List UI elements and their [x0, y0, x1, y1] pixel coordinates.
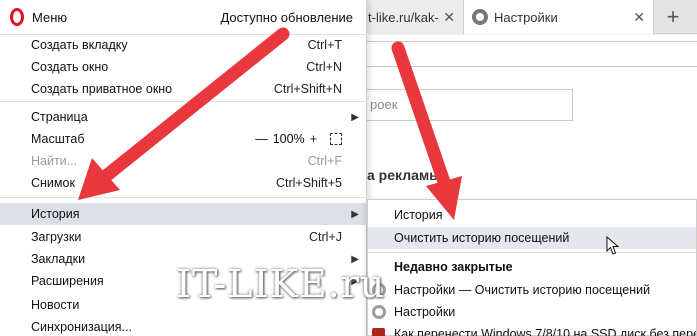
menu-item-label: Загрузки — [31, 230, 82, 244]
tab-settings-title: Настройки — [494, 9, 558, 25]
tab-settings[interactable]: Настройки ✕ — [464, 0, 654, 34]
settings-search-input[interactable]: роек — [365, 89, 573, 121]
zoom-controls: — 100% + — [255, 132, 342, 146]
recently-closed-heading: Недавно закрытые — [368, 256, 696, 278]
menu-item-label: Страница — [31, 110, 88, 124]
menu-item-label: Создать приватное окно — [31, 82, 173, 96]
submenu-item-label: Настройки — Очистить историю посещений — [394, 283, 651, 297]
menu-item-label: Синхронизация... — [31, 320, 132, 334]
site-favicon-icon — [372, 327, 385, 336]
menu-item-history[interactable]: История ▶ — [0, 203, 367, 225]
divider — [368, 252, 696, 253]
menu-item-shortcut: Ctrl+T — [307, 38, 342, 52]
submenu-item-recent-settings-clear[interactable]: Настройки — Очистить историю посещений — [368, 279, 696, 301]
chevron-right-icon: ▶ — [351, 111, 359, 123]
menu-item-snapshot[interactable]: Снимок Ctrl+Shift+5 — [0, 172, 367, 194]
mouse-cursor-icon — [606, 236, 620, 255]
site-watermark: IT-LIKE.ru — [176, 262, 386, 306]
submenu-item-label: Настройки — [394, 305, 456, 319]
tab-article-title: t-like.ru/kak- — [368, 9, 439, 25]
menu-header: Меню Доступно обновление — [0, 0, 367, 34]
opera-logo-icon — [10, 8, 24, 26]
submenu-heading-label: Недавно закрытые — [394, 260, 513, 274]
menu-item-label: Расширения — [31, 274, 104, 288]
fullscreen-icon[interactable] — [330, 133, 342, 145]
update-available-link[interactable]: Доступно обновление — [220, 10, 353, 25]
menu-item-label: Новости — [31, 298, 80, 312]
menu-item-shortcut: Ctrl+J — [309, 230, 342, 244]
menu-item-label: Масштаб — [31, 132, 85, 146]
gear-icon — [472, 9, 488, 25]
menu-item-label: Закладки — [31, 252, 86, 266]
menu-item-shortcut: Ctrl+N — [306, 60, 342, 74]
ads-section-heading: а рекламы — [367, 167, 442, 183]
submenu-item-history[interactable]: История — [368, 204, 696, 226]
divider — [0, 197, 367, 198]
zoom-out-button[interactable]: — — [255, 132, 268, 146]
menu-item-shortcut: Ctrl+Shift+5 — [275, 176, 342, 190]
zoom-value: 100% — [272, 132, 305, 146]
address-field[interactable] — [365, 41, 697, 67]
tab-article[interactable]: t-like.ru/kak- ✕ — [360, 0, 464, 34]
submenu-item-label: Очистить историю посещений — [394, 231, 570, 245]
gear-icon — [372, 305, 386, 319]
close-icon[interactable]: ✕ — [443, 9, 455, 26]
submenu-item-recent-settings[interactable]: Настройки — [368, 301, 696, 323]
menu-item-shortcut: Ctrl+Shift+N — [273, 82, 342, 96]
submenu-item-clear-history[interactable]: Очистить историю посещений — [368, 227, 696, 249]
menu-item-label: Создать вкладку — [31, 38, 128, 52]
menu-item-label: Создать окно — [31, 60, 109, 74]
menu-item-label: История — [31, 207, 80, 221]
close-icon[interactable]: ✕ — [633, 9, 645, 26]
menu-item-sync[interactable]: Синхронизация... — [0, 316, 367, 336]
history-submenu: История Очистить историю посещений Недав… — [367, 199, 697, 336]
chevron-right-icon: ▶ — [351, 208, 359, 220]
zoom-in-button[interactable]: + — [310, 132, 317, 146]
menu-item-downloads[interactable]: Загрузки Ctrl+J — [0, 226, 367, 248]
submenu-item-label: Как перенести Windows 7/8/10 на SSD диск… — [394, 327, 696, 336]
menu-item-label: Найти... — [31, 154, 78, 168]
menu-item-shortcut: Ctrl+F — [307, 154, 342, 168]
menu-item-page[interactable]: Страница ▶ — [0, 106, 367, 128]
menu-item-private-window[interactable]: Создать приватное окно Ctrl+Shift+N — [0, 78, 367, 100]
menu-item-label: Снимок — [31, 176, 75, 190]
menu-item-zoom: Масштаб — 100% + — [0, 128, 367, 150]
submenu-item-label: История — [394, 208, 443, 222]
new-tab-button[interactable]: + — [660, 4, 686, 30]
submenu-item-recent-article[interactable]: Как перенести Windows 7/8/10 на SSD диск… — [368, 323, 696, 336]
menu-item-new-tab[interactable]: Создать вкладку Ctrl+T — [0, 34, 367, 56]
divider — [0, 101, 367, 102]
menu-item-find: Найти... Ctrl+F — [0, 150, 367, 172]
menu-title: Меню — [32, 9, 68, 25]
menu-item-new-window[interactable]: Создать окно Ctrl+N — [0, 56, 367, 78]
